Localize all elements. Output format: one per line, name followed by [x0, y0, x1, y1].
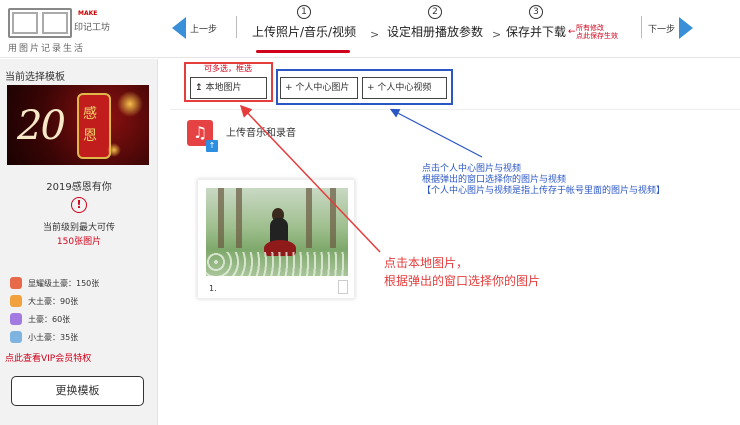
template-chars: 感恩 — [83, 106, 97, 144]
active-step-indicator — [256, 50, 350, 53]
music-note-icon: ♫ — [192, 123, 208, 142]
vip-level-label: 显耀级土豪：150张 — [28, 278, 100, 288]
next-step-button[interactable]: 下一步 — [648, 14, 694, 42]
upload-badge-icon: ↑ — [206, 140, 218, 152]
prev-step-button[interactable]: 上一步 — [172, 14, 217, 42]
upload-limit-value: 150张图片 — [56, 237, 102, 247]
photo-thumbnail — [206, 188, 348, 276]
multi-select-note: 可多选，框选 — [204, 64, 252, 73]
step-separator: > — [492, 28, 502, 41]
sidebar-title: 当前选择模板 — [5, 72, 65, 83]
local-image-button[interactable]: ↥ 本地图片 — [190, 77, 267, 99]
step-label: 设定相册播放参数 — [387, 25, 484, 39]
personal-center-image-button[interactable]: + 个人中心图片 — [280, 77, 358, 99]
instruction-line: 根据弹出的窗口选择你的图片 — [384, 274, 541, 288]
logo-mark — [8, 8, 72, 38]
chevron-left-icon — [172, 17, 186, 39]
template-thumbnail[interactable]: 20 感恩 — [7, 85, 149, 165]
step-label: 上传照片/音乐/视频 — [252, 25, 357, 39]
step-label: 保存并下载 — [506, 25, 567, 39]
save-hint: ← 所有修改 点此保存生效 — [568, 24, 646, 40]
music-upload-label[interactable]: 上传音乐和录音 — [226, 124, 296, 139]
vip-privileges-link[interactable]: 点此查看VIP会员特权 — [5, 351, 91, 364]
vip-level-item: 显耀级土豪：150张 — [10, 274, 155, 292]
nav-divider — [641, 16, 642, 38]
photo-card[interactable]: 1. — [197, 179, 355, 299]
lantern-decoration: 感恩 — [77, 93, 111, 159]
instruction-line: 点击本地图片， — [384, 256, 469, 270]
photo-select-box[interactable] — [338, 280, 348, 294]
vip-level-item: 小土豪：35张 — [10, 328, 155, 346]
vip-badge-icon — [10, 313, 22, 325]
next-step-label: 下一步 — [648, 24, 676, 35]
chevron-right-icon — [679, 17, 694, 39]
vip-level-label: 小土豪：35张 — [28, 332, 79, 342]
vip-level-list: 显耀级土豪：150张 大土豪：90张 土豪：60张 小土豪：35张 — [10, 274, 155, 346]
save-hint-line2: 点此保存生效 — [576, 32, 618, 40]
change-template-button[interactable]: 更换模板 — [11, 376, 144, 406]
upload-limit-label: 当前级别最大可传 — [42, 223, 115, 233]
logo[interactable]: MAKE 印记工坊 用图片记录生活 — [8, 8, 128, 54]
step-number: 3 — [529, 5, 543, 19]
vip-badge-icon — [10, 295, 22, 307]
step-save[interactable]: 3 保存并下载 — [506, 4, 566, 40]
vip-level-label: 大土豪：90张 — [28, 296, 79, 306]
vip-level-item: 大土豪：90张 — [10, 292, 155, 310]
prev-step-label: 上一步 — [190, 24, 218, 35]
top-header: MAKE 印记工坊 用图片记录生活 上一步 1 上传照片/音乐/视频 > 2 设… — [0, 0, 740, 58]
warning-icon: ! — [71, 197, 87, 213]
nav-divider — [236, 16, 237, 38]
vip-level-label: 土豪：60张 — [28, 314, 71, 324]
vip-badge-icon — [10, 331, 22, 343]
left-arrow-icon: ← — [568, 27, 576, 37]
firework-decoration — [117, 91, 143, 117]
instruction-line: 【个人中心图片与视频是指上传存于帐号里面的图片与视频】 — [422, 186, 666, 196]
step-number: 2 — [428, 5, 442, 19]
step-number: 1 — [297, 5, 312, 19]
template-sidebar: 当前选择模板 20 感恩 2019感恩有你 ! 当前级别最大可传 150张图片 … — [0, 59, 158, 425]
step-upload[interactable]: 1 上传照片/音乐/视频 — [252, 4, 356, 40]
firework-decoration — [107, 143, 121, 157]
logo-make: MAKE — [78, 10, 98, 17]
local-upload-instructions: 点击本地图片， 根据弹出的窗口选择你的图片 — [384, 254, 540, 290]
blue-arrow — [389, 108, 483, 158]
section-divider — [170, 109, 740, 110]
personal-center-video-button[interactable]: + 个人中心视频 — [362, 77, 447, 99]
step-separator: > — [370, 28, 380, 41]
personal-center-instructions: 点击个人中心图片与视频 根据弹出的窗口选择你的图片与视频 【个人中心图片与视频是… — [422, 164, 665, 197]
vip-badge-icon — [10, 277, 22, 289]
vip-level-item: 土豪：60张 — [10, 310, 155, 328]
template-year-text: 20 — [17, 103, 66, 149]
instruction-line: 根据弹出的窗口选择你的图片与视频 — [422, 175, 567, 185]
photo-index: 1. — [209, 284, 217, 293]
local-image-label: 本地图片 — [205, 83, 242, 93]
instruction-line: 点击个人中心图片与视频 — [422, 164, 522, 174]
music-upload-icon[interactable]: ♫ ↑ — [187, 120, 218, 152]
logo-brand: 印记工坊 — [74, 23, 111, 33]
step-settings[interactable]: 2 设定相册播放参数 — [387, 4, 483, 40]
template-name: 2019感恩有你 — [46, 182, 112, 193]
upload-icon: ↥ — [195, 83, 203, 93]
logo-slogan: 用图片记录生活 — [8, 44, 86, 54]
save-hint-line1: 所有修改 — [576, 24, 604, 32]
